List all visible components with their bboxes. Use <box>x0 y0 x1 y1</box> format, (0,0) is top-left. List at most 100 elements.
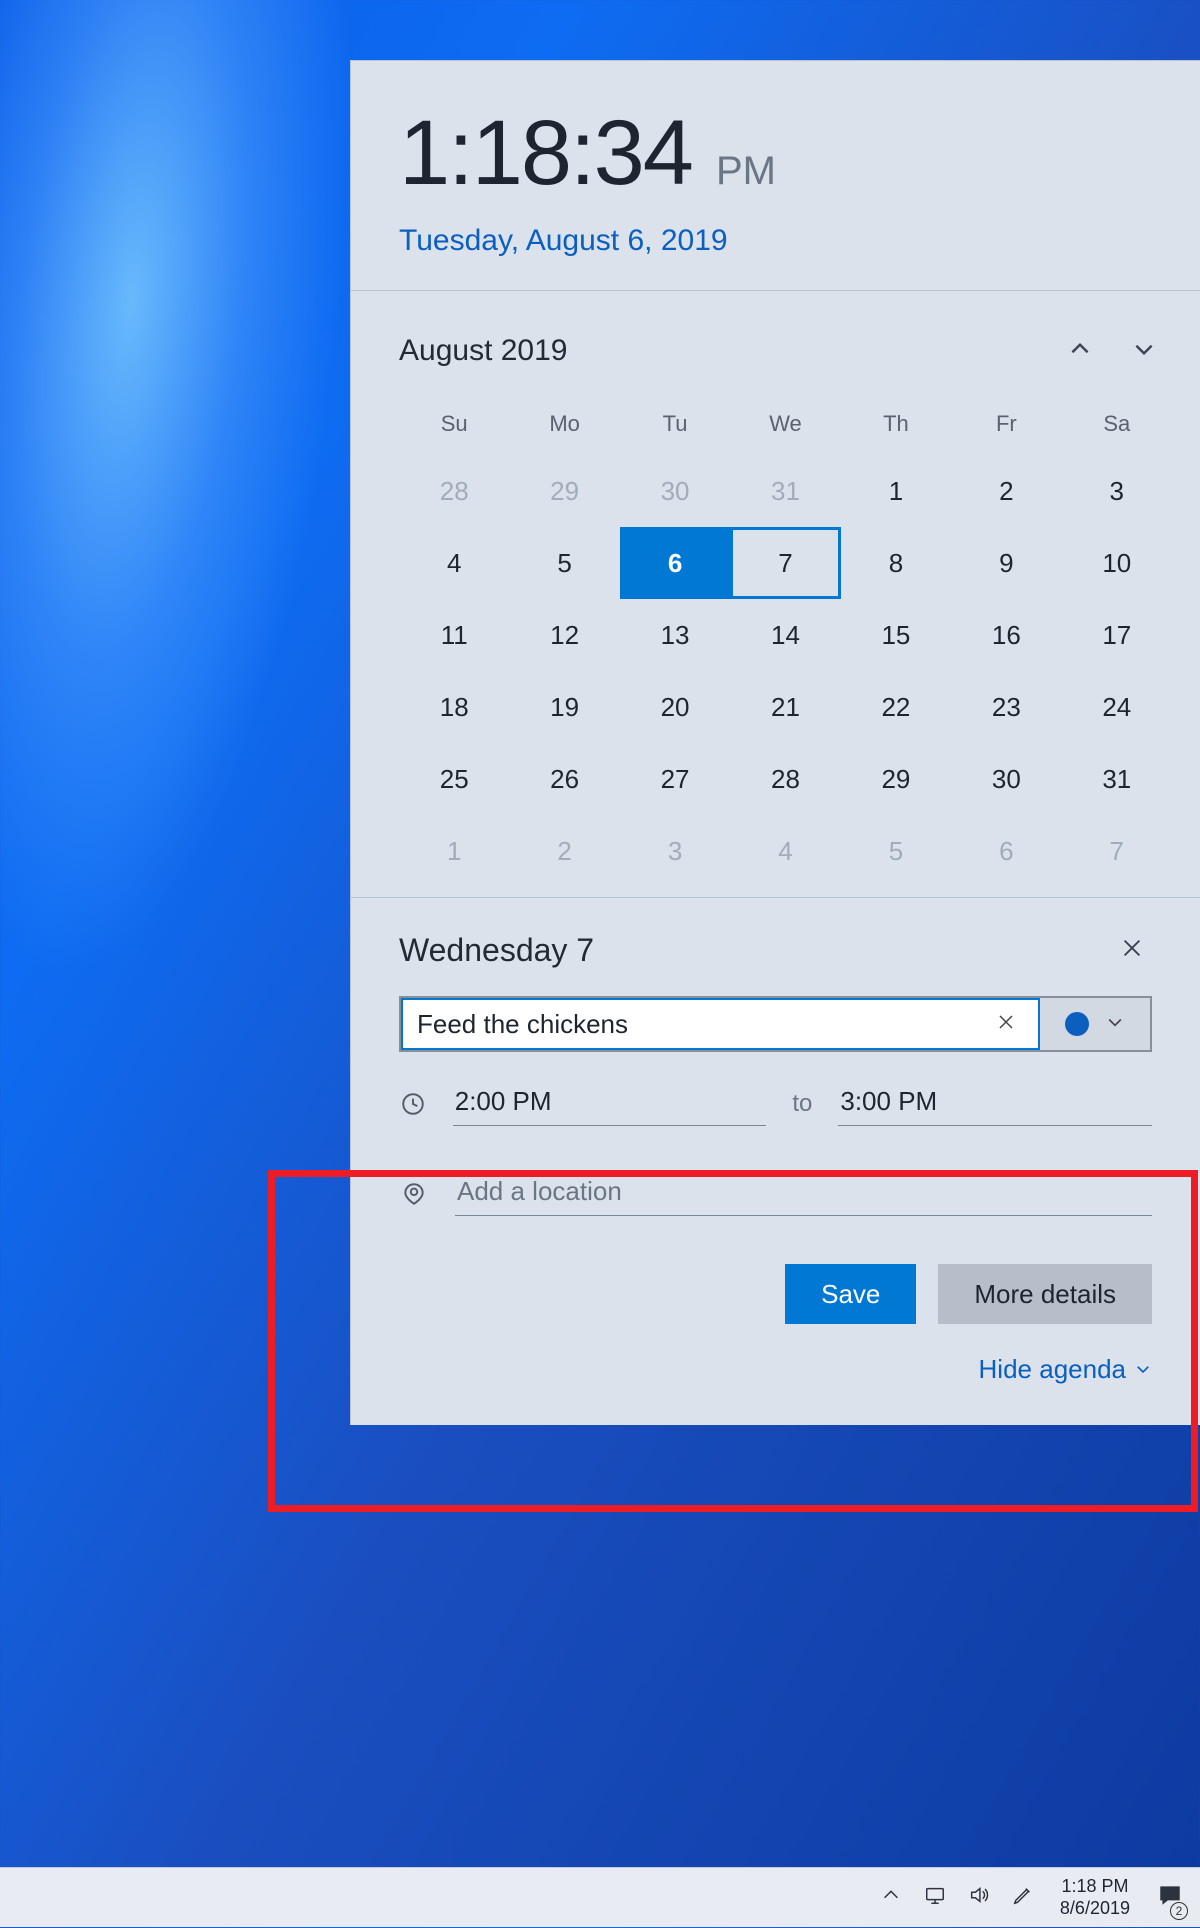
calendar-day[interactable]: 24 <box>1062 671 1172 743</box>
calendar-day[interactable]: 29 <box>509 455 619 527</box>
save-button[interactable]: Save <box>785 1264 916 1324</box>
more-details-button[interactable]: More details <box>938 1264 1152 1324</box>
calendar-day[interactable]: 12 <box>509 599 619 671</box>
weekday-header: Th <box>841 403 951 455</box>
calendar-day[interactable]: 30 <box>951 743 1061 815</box>
weekday-header: Su <box>399 403 509 455</box>
clock-icon <box>399 1089 427 1119</box>
clock-time: 1:18:34 <box>399 101 692 206</box>
calendar-day[interactable]: 8 <box>841 527 951 599</box>
taskbar-time: 1:18 PM <box>1061 1876 1128 1898</box>
taskbar-clock[interactable]: 1:18 PM 8/6/2019 <box>1046 1876 1144 1919</box>
calendar-day[interactable]: 30 <box>620 455 730 527</box>
next-month-button[interactable] <box>1116 323 1172 379</box>
start-time-field[interactable] <box>453 1082 767 1126</box>
chevron-down-icon <box>1131 336 1157 367</box>
calendar-day[interactable]: 20 <box>620 671 730 743</box>
tray-overflow-button[interactable] <box>870 1868 912 1928</box>
hide-agenda-label: Hide agenda <box>979 1354 1126 1385</box>
event-name-input[interactable] <box>417 1009 988 1040</box>
calendar-day[interactable]: 21 <box>730 671 840 743</box>
calendar-day[interactable]: 28 <box>399 455 509 527</box>
pen-icon <box>1012 1884 1034 1911</box>
taskbar-date: 8/6/2019 <box>1060 1898 1130 1920</box>
chevron-up-icon <box>880 1884 902 1911</box>
event-create-section: Wednesday 7 to <box>351 898 1200 1425</box>
calendar-day[interactable]: 22 <box>841 671 951 743</box>
clock-calendar-flyout: 1:18:34 PM Tuesday, August 6, 2019 Augus… <box>350 60 1200 1425</box>
calendar-day[interactable]: 9 <box>951 527 1061 599</box>
event-name-input-wrap <box>401 998 1040 1050</box>
event-time-row: to <box>399 1082 1152 1126</box>
calendar-day[interactable]: 1 <box>841 455 951 527</box>
calendar-month-label[interactable]: August 2019 <box>399 334 1044 368</box>
hide-agenda-toggle[interactable]: Hide agenda <box>979 1354 1152 1385</box>
calendar-day[interactable]: 28 <box>730 743 840 815</box>
calendar-color-picker[interactable] <box>1040 998 1150 1050</box>
calendar-day[interactable]: 29 <box>841 743 951 815</box>
weekday-header: Tu <box>620 403 730 455</box>
calendar-day[interactable]: 10 <box>1062 527 1172 599</box>
calendar-day[interactable]: 3 <box>1062 455 1172 527</box>
calendar-day[interactable]: 16 <box>951 599 1061 671</box>
weekday-header: Sa <box>1062 403 1172 455</box>
close-icon <box>1121 937 1143 964</box>
calendar-day[interactable]: 31 <box>730 455 840 527</box>
calendar-day[interactable]: 6 <box>620 527 730 599</box>
clear-name-button[interactable] <box>988 1013 1024 1036</box>
calendar-day[interactable]: 2 <box>509 815 619 887</box>
calendar-day[interactable]: 14 <box>730 599 840 671</box>
speaker-icon <box>968 1884 990 1911</box>
calendar-day[interactable]: 11 <box>399 599 509 671</box>
calendar-day[interactable]: 15 <box>841 599 951 671</box>
calendar-day[interactable]: 23 <box>951 671 1061 743</box>
calendar-day[interactable]: 7 <box>730 527 840 599</box>
color-dot-icon <box>1065 1012 1089 1036</box>
calendar-day[interactable]: 5 <box>841 815 951 887</box>
end-time-field[interactable] <box>838 1082 1152 1126</box>
clock-ampm: PM <box>716 149 776 194</box>
calendar-day[interactable]: 7 <box>1062 815 1172 887</box>
prev-month-button[interactable] <box>1052 323 1108 379</box>
calendar-day[interactable]: 3 <box>620 815 730 887</box>
calendar-day[interactable]: 4 <box>399 527 509 599</box>
calendar-day[interactable]: 5 <box>509 527 619 599</box>
calendar-day[interactable]: 4 <box>730 815 840 887</box>
weekday-header: Fr <box>951 403 1061 455</box>
calendar-day[interactable]: 26 <box>509 743 619 815</box>
calendar-day[interactable]: 1 <box>399 815 509 887</box>
location-input[interactable] <box>455 1172 1152 1216</box>
clock-section: 1:18:34 PM Tuesday, August 6, 2019 <box>351 61 1200 291</box>
taskbar: 1:18 PM 8/6/2019 2 <box>0 1867 1200 1927</box>
event-day-heading: Wednesday 7 <box>399 932 1112 969</box>
chevron-down-icon <box>1134 1354 1152 1385</box>
network-tray-icon[interactable] <box>914 1868 956 1928</box>
calendar-day[interactable]: 13 <box>620 599 730 671</box>
chevron-up-icon <box>1067 336 1093 367</box>
calendar-day[interactable]: 6 <box>951 815 1061 887</box>
volume-tray-icon[interactable] <box>958 1868 1000 1928</box>
calendar-grid: SuMoTuWeThFrSa28293031123456789101112131… <box>399 403 1172 887</box>
clock-date-link[interactable]: Tuesday, August 6, 2019 <box>399 224 1152 258</box>
calendar-day[interactable]: 2 <box>951 455 1061 527</box>
chevron-down-icon <box>1105 1012 1125 1037</box>
weekday-header: Mo <box>509 403 619 455</box>
location-icon <box>399 1179 429 1209</box>
calendar-day[interactable]: 31 <box>1062 743 1172 815</box>
time-to-label: to <box>792 1090 812 1118</box>
calendar-day[interactable]: 18 <box>399 671 509 743</box>
calendar-day[interactable]: 27 <box>620 743 730 815</box>
monitor-icon <box>924 1884 946 1911</box>
calendar-day[interactable]: 19 <box>509 671 619 743</box>
event-location-row <box>399 1172 1152 1216</box>
event-name-row <box>399 996 1152 1052</box>
ink-workspace-tray-icon[interactable] <box>1002 1868 1044 1928</box>
close-event-button[interactable] <box>1112 930 1152 970</box>
calendar-day[interactable]: 25 <box>399 743 509 815</box>
calendar-section: August 2019 SuMoTuWeThFrSa28293031123456… <box>351 291 1200 898</box>
notification-badge: 2 <box>1170 1902 1188 1920</box>
close-icon <box>997 1013 1015 1036</box>
calendar-day[interactable]: 17 <box>1062 599 1172 671</box>
action-center-button[interactable]: 2 <box>1146 1868 1194 1928</box>
weekday-header: We <box>730 403 840 455</box>
